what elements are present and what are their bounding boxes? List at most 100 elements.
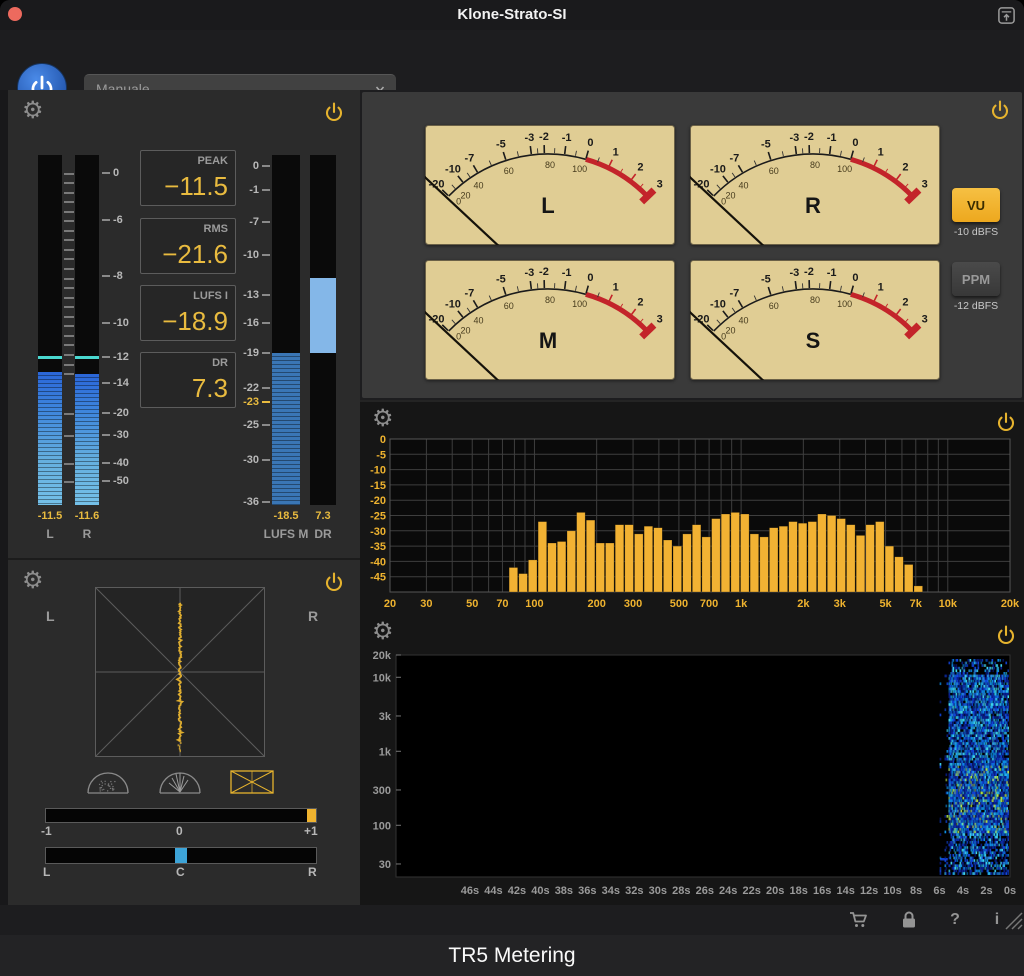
svg-text:-5: -5: [496, 138, 506, 150]
svg-text:18s: 18s: [790, 885, 808, 897]
spectrogram-panel: ⚙ 20k 10k 3k 1k 300 100 30 46s 44s 42s 40s 38s 36s 34…: [360, 615, 1024, 905]
svg-text:-2: -2: [539, 131, 549, 143]
svg-text:26s: 26s: [696, 885, 714, 897]
svg-text:-7: -7: [729, 287, 739, 299]
readout-lufs-i: LUFS I −18.9: [140, 285, 236, 341]
vu-panel-power-icon[interactable]: [990, 100, 1010, 120]
lufs-m-meter: [272, 155, 300, 505]
svg-text:-5: -5: [761, 273, 771, 285]
svg-text:3k: 3k: [834, 598, 847, 610]
svg-text:-10: -10: [445, 299, 461, 311]
goniometer-gear-icon[interactable]: ⚙: [22, 568, 44, 592]
svg-text:100: 100: [572, 299, 587, 309]
scope-mode-rays-dome[interactable]: [157, 767, 203, 797]
svg-text:1: 1: [613, 282, 619, 294]
scope-mode-dots-dome[interactable]: [85, 767, 131, 797]
svg-text:-40: -40: [370, 556, 386, 568]
footer-bar: ? i: [0, 905, 1024, 935]
svg-text:-5: -5: [496, 273, 506, 285]
titlebar: Klone-Strato-SI: [0, 0, 1024, 30]
scope-mode-square[interactable]: [229, 767, 275, 797]
svg-text:20: 20: [384, 598, 396, 610]
readout-peak-label: PEAK: [197, 155, 228, 167]
bal-label-center: C: [176, 865, 185, 879]
svg-text:20s: 20s: [766, 885, 784, 897]
correlation-indicator[interactable]: [307, 809, 316, 822]
svg-text:S: S: [806, 328, 821, 353]
svg-text:-10: -10: [710, 299, 726, 311]
svg-text:2k: 2k: [797, 598, 810, 610]
svg-text:22s: 22s: [743, 885, 761, 897]
svg-text:100: 100: [373, 820, 391, 832]
svg-text:20: 20: [461, 325, 471, 335]
svg-text:0: 0: [587, 137, 593, 149]
svg-text:40: 40: [738, 181, 748, 191]
meter-power-icon[interactable]: [324, 102, 344, 122]
svg-text:M: M: [539, 328, 557, 353]
readout-rms: RMS −21.6: [140, 218, 236, 274]
svg-text:700: 700: [700, 598, 718, 610]
svg-text:-1: -1: [562, 132, 572, 144]
corr-label-min: -1: [41, 824, 52, 838]
bal-label-right: R: [308, 865, 317, 879]
svg-text:100: 100: [525, 598, 543, 610]
settings-gear-icon[interactable]: ⚙: [22, 98, 44, 122]
resize-handle-icon[interactable]: [1002, 909, 1024, 931]
svg-text:-1: -1: [562, 267, 572, 279]
gonio-right-label: R: [308, 608, 319, 624]
cart-icon[interactable]: [848, 909, 870, 931]
svg-text:20k: 20k: [373, 650, 392, 662]
balance-indicator[interactable]: [175, 848, 187, 863]
level-meter-section: ⚙ 0 -6 -8 -10 -12 -14 -20 -30 -40 -50 0 -1 -7 -10 -13…: [8, 90, 360, 560]
svg-text:80: 80: [810, 295, 820, 305]
svg-text:46s: 46s: [461, 885, 479, 897]
level-meter-left: [38, 155, 62, 505]
readout-lufs-i-label: LUFS I: [193, 290, 228, 302]
svg-text:0s: 0s: [1004, 885, 1016, 897]
vu-meter-panel: -20 -10 -7 -5 -3 -2 -1 0 1 2 3 0 20 40 60 80 100 L -20 -10-…: [360, 90, 1024, 400]
vu-mode-caption: -10 dBFS: [953, 226, 999, 238]
svg-text:2s: 2s: [980, 885, 992, 897]
svg-text:-7: -7: [729, 152, 739, 164]
readout-dr: DR 7.3: [140, 352, 236, 408]
svg-text:-3: -3: [789, 132, 799, 144]
vu-meter-background: -20 -10 -7 -5 -3 -2 -1 0 1 2 3 0 20 40 60 80 100 L -20 -10-…: [362, 92, 1022, 398]
left-panel: ⚙ 0 -6 -8 -10 -12 -14 -20 -30 -40 -50 0 -1 -7 -10 -13…: [8, 90, 362, 905]
lufs-scale: 0 -1 -7 -10 -13 -16 -19 -22 -23 -25 -30 -36: [234, 155, 270, 508]
svg-text:3k: 3k: [379, 711, 392, 723]
help-icon[interactable]: ?: [944, 909, 966, 931]
svg-text:40: 40: [473, 181, 483, 191]
svg-text:0: 0: [852, 272, 858, 284]
peak-hold-indicator: [38, 356, 62, 360]
svg-text:-25: -25: [370, 511, 386, 523]
svg-text:3: 3: [657, 314, 663, 326]
svg-text:7k: 7k: [910, 598, 923, 610]
ppm-mode-button[interactable]: PPM: [952, 262, 1000, 296]
lock-icon[interactable]: [898, 909, 920, 931]
svg-text:40: 40: [738, 316, 748, 326]
svg-text:20: 20: [726, 190, 736, 200]
window-title: Klone-Strato-SI: [457, 6, 567, 23]
goniometer-power-icon[interactable]: [324, 572, 344, 592]
svg-text:1: 1: [878, 147, 884, 159]
svg-text:-1: -1: [827, 132, 837, 144]
svg-text:0: 0: [852, 137, 858, 149]
peak-hold-indicator: [75, 356, 99, 360]
svg-text:5k: 5k: [879, 598, 892, 610]
level-meter-right: [75, 155, 99, 505]
vu-mode-button[interactable]: VU: [952, 188, 1000, 222]
svg-text:2: 2: [637, 297, 643, 309]
svg-text:-3: -3: [524, 132, 534, 144]
svg-text:34s: 34s: [602, 885, 620, 897]
meter-value-R: -11.6: [74, 510, 100, 522]
svg-text:300: 300: [373, 785, 391, 797]
svg-text:20: 20: [726, 325, 736, 335]
svg-text:10k: 10k: [939, 598, 958, 610]
popout-window-icon[interactable]: [997, 6, 1016, 25]
spectrum-analyzer-panel: ⚙ 0 -5 -10 -15 -20 -25 -30 -35 -40 -45 20 30 50 70 100…: [360, 400, 1024, 617]
plugin-window: Klone-Strato-SI Manuale ⚙ 0 -6 -8 -10 -12 -14…: [0, 0, 1024, 976]
vu-meter-M: -20 -10 -7 -5 -3 -2 -1 0 1 2 3 0 20 40 60 80 100 M: [425, 260, 675, 380]
svg-text:50: 50: [466, 598, 478, 610]
svg-text:80: 80: [810, 160, 820, 170]
svg-text:6s: 6s: [933, 885, 945, 897]
